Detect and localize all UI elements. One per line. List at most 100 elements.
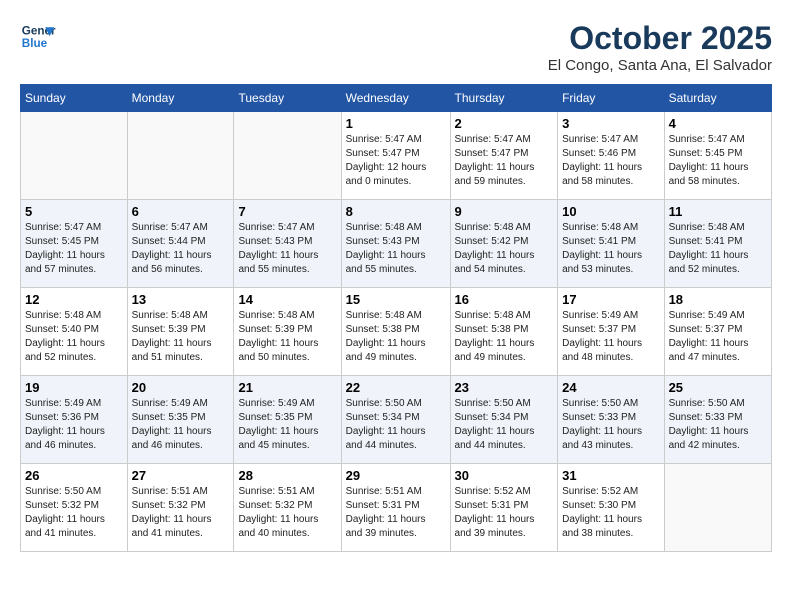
calendar-cell: 1Sunrise: 5:47 AM Sunset: 5:47 PM Daylig… (341, 112, 450, 200)
calendar-cell: 5Sunrise: 5:47 AM Sunset: 5:45 PM Daylig… (21, 200, 128, 288)
calendar-cell: 14Sunrise: 5:48 AM Sunset: 5:39 PM Dayli… (234, 288, 341, 376)
logo: General Blue (20, 20, 56, 56)
day-number: 18 (669, 292, 767, 307)
day-info: Sunrise: 5:48 AM Sunset: 5:43 PM Dayligh… (346, 221, 446, 277)
day-info: Sunrise: 5:51 AM Sunset: 5:32 PM Dayligh… (238, 485, 336, 541)
day-number: 13 (132, 292, 230, 307)
calendar-cell: 13 Sunrise: 5:48 AM Sunset: 5:39 PM Dayli… (127, 288, 234, 376)
calendar-cell (21, 112, 128, 200)
calendar-cell: 23 Sunrise: 5:50 AM Sunset: 5:34 PM Dayli… (450, 376, 558, 464)
calendar-cell: 21 Sunrise: 5:49 AM Sunset: 5:35 PM Dayli… (234, 376, 341, 464)
day-number: 2 (455, 116, 554, 131)
weekday-header-tuesday: Tuesday (234, 85, 341, 112)
weekday-header-monday: Monday (127, 85, 234, 112)
calendar-cell: 9 Sunrise: 5:48 AM Sunset: 5:42 PM Daylig… (450, 200, 558, 288)
day-info: Sunrise: 5:50 AM Sunset: 5:33 PM Dayligh… (669, 397, 767, 453)
day-info: Sunrise: 5:50 AM Sunset: 5:32 PM Dayligh… (25, 485, 123, 541)
calendar-cell: 8 Sunrise: 5:48 AM Sunset: 5:43 PM Daylig… (341, 200, 450, 288)
day-number: 16 (455, 292, 554, 307)
calendar-cell: 24Sunrise: 5:50 AM Sunset: 5:33 PM Dayli… (558, 376, 664, 464)
day-info: Sunrise: 5:49 AM Sunset: 5:37 PM Dayligh… (562, 309, 659, 365)
day-number: 17 (562, 292, 659, 307)
calendar-cell: 12Sunrise: 5:48 AM Sunset: 5:40 PM Dayli… (21, 288, 128, 376)
calendar-cell: 30 Sunrise: 5:52 AM Sunset: 5:31 PM Dayli… (450, 464, 558, 552)
calendar-cell: 31 Sunrise: 5:52 AM Sunset: 5:30 PM Dayli… (558, 464, 664, 552)
day-info: Sunrise: 5:47 AM Sunset: 5:47 PM Dayligh… (346, 133, 446, 189)
calendar-cell: 28 Sunrise: 5:51 AM Sunset: 5:32 PM Dayli… (234, 464, 341, 552)
calendar-cell: 27 Sunrise: 5:51 AM Sunset: 5:32 PM Dayli… (127, 464, 234, 552)
calendar-cell: 20Sunrise: 5:49 AM Sunset: 5:35 PM Dayli… (127, 376, 234, 464)
calendar-cell (664, 464, 771, 552)
day-info: Sunrise: 5:50 AM Sunset: 5:33 PM Dayligh… (562, 397, 659, 453)
day-number: 15 (346, 292, 446, 307)
day-info: Sunrise: 5:48 AM Sunset: 5:42 PM Dayligh… (455, 221, 554, 277)
svg-text:Blue: Blue (22, 37, 48, 50)
calendar-cell: 16Sunrise: 5:48 AM Sunset: 5:38 PM Dayli… (450, 288, 558, 376)
day-info: Sunrise: 5:50 AM Sunset: 5:34 PM Dayligh… (346, 397, 446, 453)
calendar-cell: 4Sunrise: 5:47 AM Sunset: 5:45 PM Daylig… (664, 112, 771, 200)
calendar-cell (234, 112, 341, 200)
title-block: October 2025 El Congo, Santa Ana, El Sal… (548, 20, 772, 74)
day-number: 7 (238, 204, 336, 219)
weekday-header-row: SundayMondayTuesdayWednesdayThursdayFrid… (21, 85, 772, 112)
logo-icon: General Blue (20, 20, 56, 56)
day-number: 26 (25, 468, 123, 483)
calendar-subtitle: El Congo, Santa Ana, El Salvador (548, 57, 772, 74)
week-row-2: 5Sunrise: 5:47 AM Sunset: 5:45 PM Daylig… (21, 200, 772, 288)
day-number: 23 (455, 380, 554, 395)
calendar-cell: 10 Sunrise: 5:48 AM Sunset: 5:41 PM Dayli… (558, 200, 664, 288)
day-number: 8 (346, 204, 446, 219)
day-info: Sunrise: 5:49 AM Sunset: 5:35 PM Dayligh… (238, 397, 336, 453)
day-info: Sunrise: 5:47 AM Sunset: 5:47 PM Dayligh… (455, 133, 554, 189)
day-info: Sunrise: 5:48 AM Sunset: 5:41 PM Dayligh… (562, 221, 659, 277)
day-info: Sunrise: 5:52 AM Sunset: 5:30 PM Dayligh… (562, 485, 659, 541)
day-info: Sunrise: 5:52 AM Sunset: 5:31 PM Dayligh… (455, 485, 554, 541)
week-row-3: 12Sunrise: 5:48 AM Sunset: 5:40 PM Dayli… (21, 288, 772, 376)
weekday-header-sunday: Sunday (21, 85, 128, 112)
day-number: 31 (562, 468, 659, 483)
calendar-cell: 25Sunrise: 5:50 AM Sunset: 5:33 PM Dayli… (664, 376, 771, 464)
calendar-cell: 17 Sunrise: 5:49 AM Sunset: 5:37 PM Dayli… (558, 288, 664, 376)
day-info: Sunrise: 5:47 AM Sunset: 5:45 PM Dayligh… (669, 133, 767, 189)
calendar-cell: 29Sunrise: 5:51 AM Sunset: 5:31 PM Dayli… (341, 464, 450, 552)
day-number: 21 (238, 380, 336, 395)
day-number: 30 (455, 468, 554, 483)
weekday-header-saturday: Saturday (664, 85, 771, 112)
week-row-5: 26 Sunrise: 5:50 AM Sunset: 5:32 PM Dayli… (21, 464, 772, 552)
calendar-table: SundayMondayTuesdayWednesdayThursdayFrid… (20, 84, 772, 552)
day-number: 14 (238, 292, 336, 307)
calendar-cell: 19 Sunrise: 5:49 AM Sunset: 5:36 PM Dayli… (21, 376, 128, 464)
calendar-header: General Blue October 2025 El Congo, Sant… (20, 20, 772, 74)
week-row-1: 1Sunrise: 5:47 AM Sunset: 5:47 PM Daylig… (21, 112, 772, 200)
day-number: 3 (562, 116, 659, 131)
day-info: Sunrise: 5:51 AM Sunset: 5:31 PM Dayligh… (346, 485, 446, 541)
day-info: Sunrise: 5:48 AM Sunset: 5:39 PM Dayligh… (132, 309, 230, 365)
day-info: Sunrise: 5:50 AM Sunset: 5:34 PM Dayligh… (455, 397, 554, 453)
day-info: Sunrise: 5:51 AM Sunset: 5:32 PM Dayligh… (132, 485, 230, 541)
calendar-cell: 22 Sunrise: 5:50 AM Sunset: 5:34 PM Dayli… (341, 376, 450, 464)
day-info: Sunrise: 5:49 AM Sunset: 5:35 PM Dayligh… (132, 397, 230, 453)
calendar-cell: 6Sunrise: 5:47 AM Sunset: 5:44 PM Daylig… (127, 200, 234, 288)
day-number: 27 (132, 468, 230, 483)
weekday-header-wednesday: Wednesday (341, 85, 450, 112)
calendar-cell: 11Sunrise: 5:48 AM Sunset: 5:41 PM Dayli… (664, 200, 771, 288)
day-number: 19 (25, 380, 123, 395)
week-row-4: 19 Sunrise: 5:49 AM Sunset: 5:36 PM Dayli… (21, 376, 772, 464)
day-number: 5 (25, 204, 123, 219)
calendar-cell: 18 Sunrise: 5:49 AM Sunset: 5:37 PM Dayli… (664, 288, 771, 376)
day-info: Sunrise: 5:49 AM Sunset: 5:36 PM Dayligh… (25, 397, 123, 453)
day-number: 10 (562, 204, 659, 219)
calendar-title: October 2025 (548, 20, 772, 57)
day-info: Sunrise: 5:47 AM Sunset: 5:43 PM Dayligh… (238, 221, 336, 277)
day-number: 22 (346, 380, 446, 395)
day-info: Sunrise: 5:49 AM Sunset: 5:37 PM Dayligh… (669, 309, 767, 365)
day-info: Sunrise: 5:48 AM Sunset: 5:38 PM Dayligh… (346, 309, 446, 365)
day-number: 28 (238, 468, 336, 483)
calendar-cell (127, 112, 234, 200)
day-number: 12 (25, 292, 123, 307)
day-number: 11 (669, 204, 767, 219)
calendar-cell: 2 Sunrise: 5:47 AM Sunset: 5:47 PM Daylig… (450, 112, 558, 200)
calendar-cell: 15 Sunrise: 5:48 AM Sunset: 5:38 PM Dayli… (341, 288, 450, 376)
day-number: 9 (455, 204, 554, 219)
weekday-header-friday: Friday (558, 85, 664, 112)
